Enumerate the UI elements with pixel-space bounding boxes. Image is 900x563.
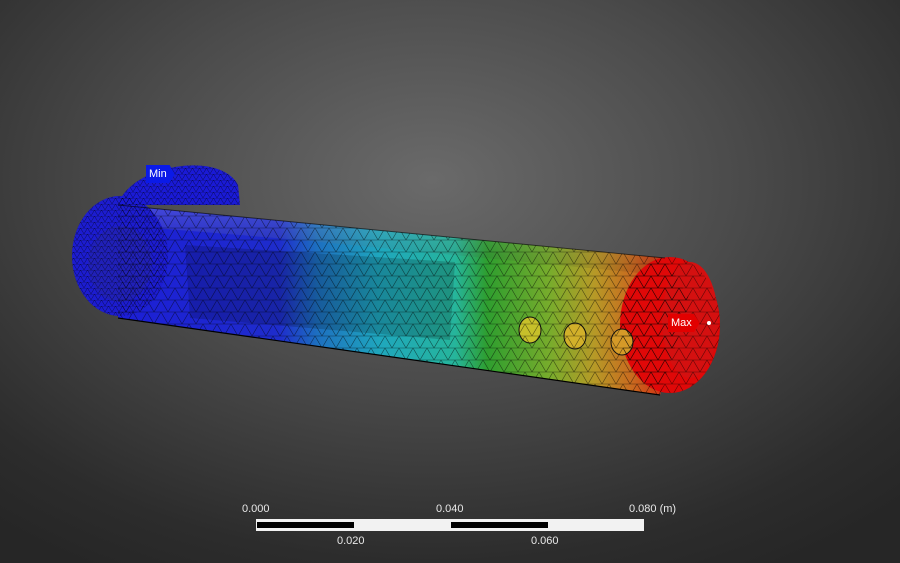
scale-label-4: 0.080 (m): [629, 503, 677, 515]
scale-label-0: 0.000: [242, 503, 270, 515]
scale-segment: [354, 522, 451, 528]
scale-bar-segments: [256, 519, 644, 531]
bracket-model: [72, 165, 720, 396]
scale-label-2: 0.040: [436, 503, 464, 515]
max-probe-marker: [707, 321, 711, 325]
scale-label-1: 0.020: [337, 535, 365, 547]
scale-bar: 0.000 0.040 0.080 (m) 0.020 0.060: [236, 502, 676, 552]
scale-label-3: 0.060: [531, 535, 559, 547]
model-viewport[interactable]: [0, 0, 900, 563]
min-probe-label[interactable]: Min: [146, 165, 175, 183]
scale-segment: [548, 522, 643, 528]
scale-segment: [451, 522, 548, 528]
max-probe-label[interactable]: Max: [668, 314, 700, 332]
scale-segment: [257, 522, 354, 528]
